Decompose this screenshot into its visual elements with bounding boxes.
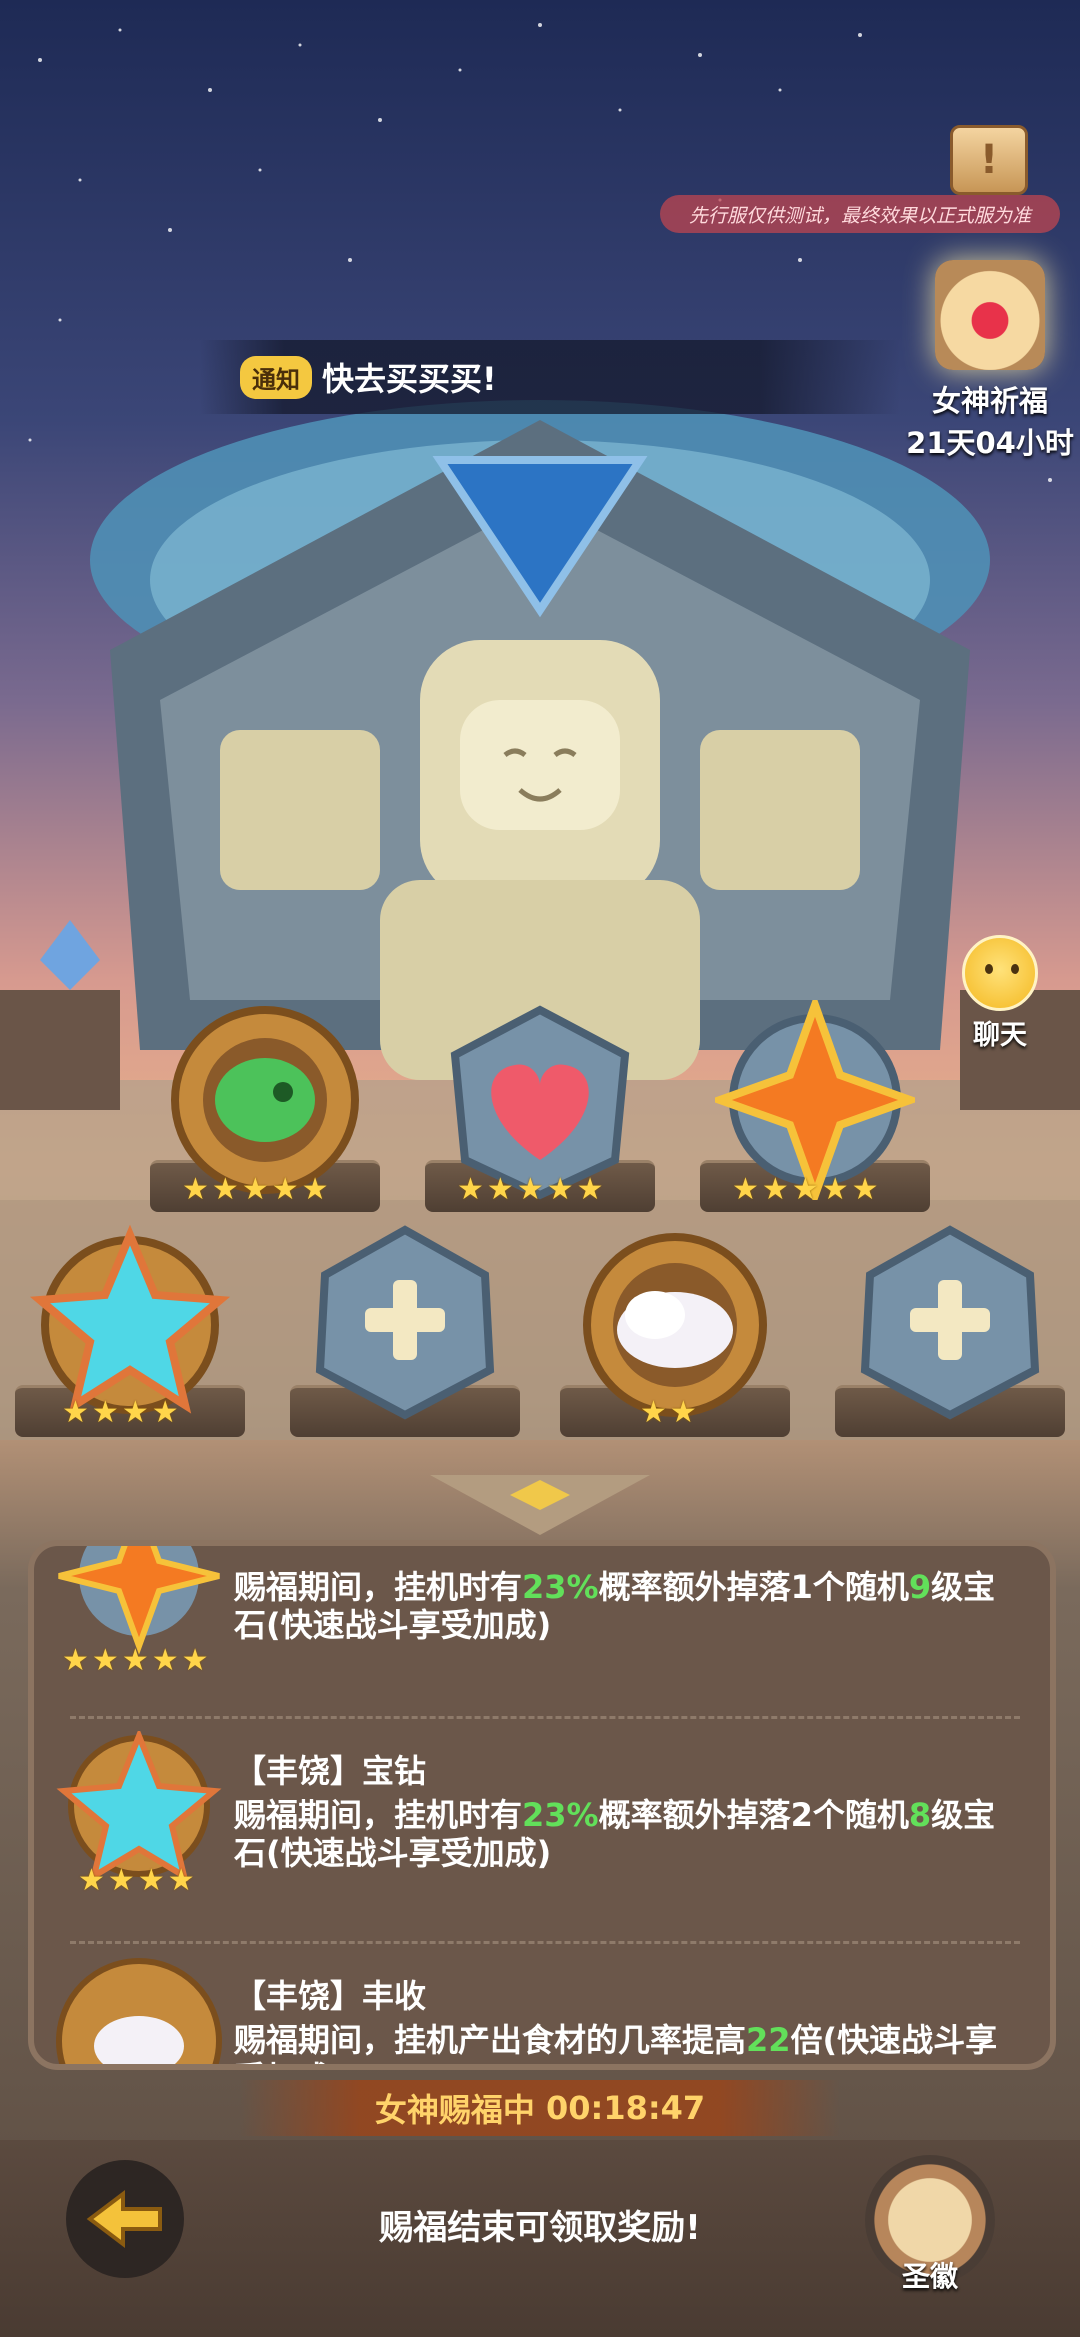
desc-part: 概率额外掉落1个随机: [598, 1568, 909, 1606]
star-icon: ★: [107, 1863, 135, 1898]
cloud-gem-icon[interactable]: [575, 1220, 775, 1420]
effect-level: 8: [908, 1796, 932, 1834]
star-icon: ★: [669, 1395, 697, 1430]
star-icon: ★: [167, 1863, 195, 1898]
desc-part: 赐福期间，挂机时有: [234, 1568, 523, 1606]
star-icon: ★: [457, 1172, 484, 1207]
star-icon: ★: [182, 1172, 209, 1207]
gem-star-rating: ★ ★ ★ ★ ★: [457, 1175, 604, 1205]
cyan-star-gem-icon: [56, 1731, 222, 1881]
gem-star-rating: ★ ★ ★ ★ ★: [182, 1175, 329, 1205]
star-icon: ★: [732, 1172, 759, 1207]
effect-star-rating: ★ ★ ★ ★ ★: [62, 1646, 209, 1676]
effect-description: 赐福期间，挂机时有23%概率额外掉落1个随机9级宝石(快速战斗享受加成): [234, 1568, 1024, 1644]
star-icon: ★: [301, 1172, 329, 1207]
notice-bar: 通知 快去买买买!: [200, 340, 900, 414]
green-fish-gem-icon[interactable]: [165, 1000, 365, 1200]
notice-text: 快去买买买!: [322, 360, 497, 398]
orange-star-gem-icon[interactable]: [715, 1000, 915, 1200]
divider: [70, 1941, 1020, 1944]
star-icon: ★: [91, 1395, 119, 1430]
effect-description: 赐福期间，挂机时有23%概率额外掉落2个随机8级宝石(快速战斗享受加成): [234, 1796, 1024, 1872]
effect-title: 【丰饶】宝钻: [234, 1752, 427, 1790]
blessing-timer: 女神赐福中 00:18:47: [240, 2080, 840, 2136]
timer-label: 女神赐福中: [374, 2091, 535, 2129]
star-icon: ★: [62, 1395, 89, 1430]
effect-title: 【丰饶】丰收: [234, 1977, 427, 2015]
star-icon: ★: [151, 1643, 179, 1678]
chat-face-icon: [962, 935, 1038, 1011]
desc-part: 概率额外掉落2个随机: [598, 1796, 909, 1834]
star-icon: ★: [821, 1172, 849, 1207]
star-icon: ★: [211, 1172, 239, 1207]
star-icon: ★: [151, 1395, 179, 1430]
divider: [70, 1716, 1020, 1719]
star-icon: ★: [546, 1172, 574, 1207]
star-icon: ★: [78, 1863, 105, 1898]
chat-button[interactable]: 聊天: [940, 935, 1060, 1052]
test-server-banner: 先行服仅供测试，最终效果以正式服为准: [660, 195, 1060, 233]
emblem-button[interactable]: 圣徽: [860, 2155, 1000, 2295]
star-icon: ★: [851, 1172, 879, 1207]
desc-part: 赐福期间，挂机时有: [234, 1796, 523, 1834]
effects-list-panel[interactable]: ★ ★ ★ ★ ★ 赐福期间，挂机时有23%概率额外掉落1个随机9级宝石(快速战斗享受加…: [28, 1540, 1056, 2070]
desc-part: 赐福期间，挂机产出食材的几率提高: [234, 2021, 747, 2059]
reward-hint-text: 赐福结束可领取奖励!: [379, 2208, 701, 2248]
gem-star-rating: ★ ★: [640, 1398, 697, 1428]
effect-star-rating: ★ ★ ★ ★: [78, 1866, 195, 1896]
cloud-gem-icon: [56, 1958, 222, 2064]
goddess-blessing-time: 21天04小时: [906, 426, 1074, 460]
star-icon: ★: [791, 1172, 819, 1207]
emblem-label: 圣徽: [901, 2260, 958, 2293]
effect-percent: 23%: [522, 1568, 599, 1606]
heart-gem-icon[interactable]: [440, 1000, 640, 1200]
back-button[interactable]: [66, 2160, 184, 2278]
goddess-shrine-icon: [935, 260, 1045, 370]
empty-slot-add-icon[interactable]: [305, 1220, 505, 1420]
effect-multiplier: 22: [746, 2021, 791, 2059]
goddess-blessing-title: 女神祈福: [931, 384, 1048, 418]
goddess-blessing-button[interactable]: 女神祈福 21天04小时: [905, 260, 1075, 462]
star-icon: ★: [576, 1172, 604, 1207]
star-icon: ★: [121, 1395, 149, 1430]
panel-ornament: [430, 1475, 650, 1535]
effect-description: 赐福期间，挂机产出食材的几率提高22倍(快速战斗享受加成): [234, 2021, 1024, 2064]
star-icon: ★: [241, 1172, 269, 1207]
star-icon: ★: [121, 1643, 149, 1678]
notice-scroll-icon[interactable]: !: [950, 125, 1028, 195]
chat-label: 聊天: [973, 1020, 1027, 1051]
star-icon: ★: [62, 1643, 89, 1678]
star-icon: ★: [516, 1172, 544, 1207]
star-icon: ★: [640, 1395, 667, 1430]
notice-tag: 通知: [240, 355, 312, 399]
star-icon: ★: [761, 1172, 789, 1207]
effect-percent: 23%: [522, 1796, 599, 1834]
star-icon: ★: [137, 1863, 165, 1898]
back-arrow-icon: [86, 2189, 162, 2249]
gem-star-rating: ★ ★ ★ ★ ★: [732, 1175, 879, 1205]
effect-level: 9: [908, 1568, 932, 1606]
gem-star-rating: ★ ★ ★ ★: [62, 1398, 179, 1428]
timer-time: 00:18:47: [545, 2089, 706, 2127]
star-icon: ★: [181, 1643, 209, 1678]
empty-slot-add-icon[interactable]: [850, 1220, 1050, 1420]
cyan-star-gem-icon[interactable]: [30, 1220, 230, 1420]
star-icon: ★: [271, 1172, 299, 1207]
star-icon: ★: [91, 1643, 119, 1678]
star-icon: ★: [486, 1172, 514, 1207]
